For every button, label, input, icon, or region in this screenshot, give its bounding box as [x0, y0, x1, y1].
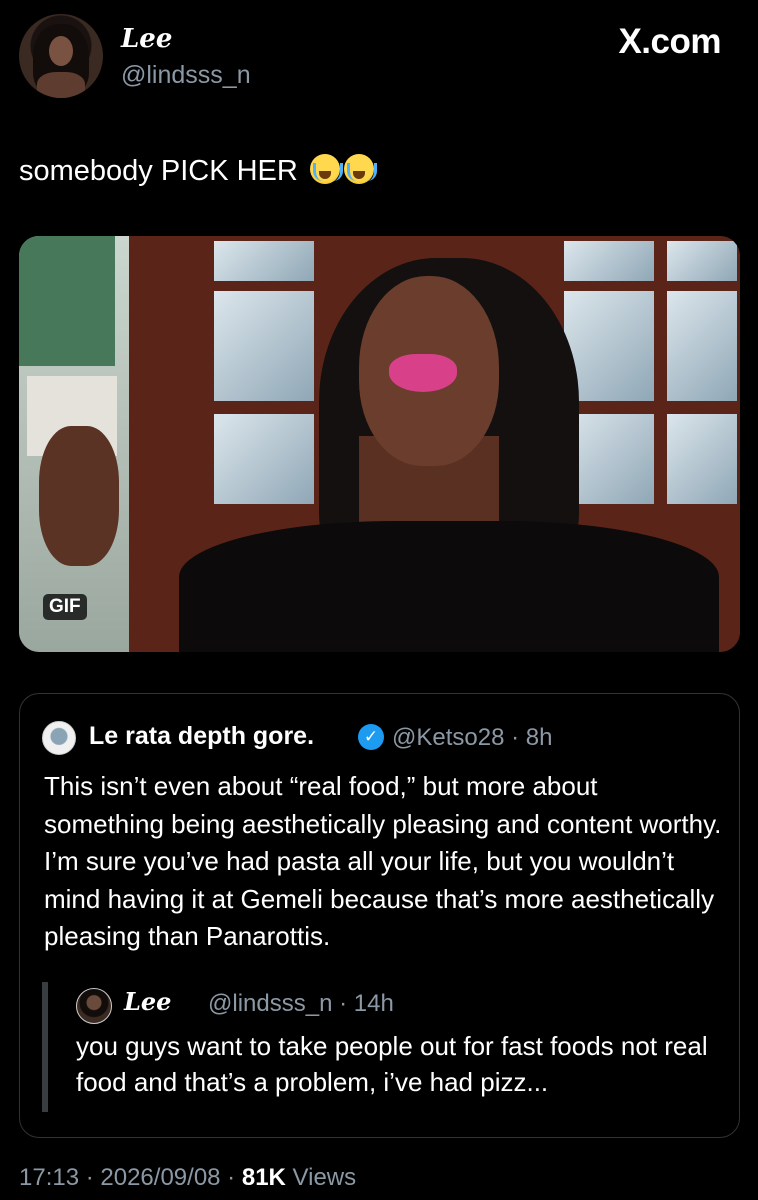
quoted-tweet[interactable]: Le rata depth gore. ✓ @Ketso28 · 8h This… — [19, 693, 740, 1138]
tweet-date[interactable]: 2026/09/08 — [100, 1164, 220, 1191]
nested-author-name[interactable]: Lee — [124, 987, 171, 1016]
author-display-name[interactable]: Lee — [121, 24, 172, 54]
quoted-author-name[interactable]: Le rata depth gore. — [89, 722, 314, 751]
brand-watermark: X.com — [618, 22, 721, 61]
gif-badge: GIF — [43, 594, 87, 620]
tweet-text: somebody PICK HER — [19, 154, 377, 188]
views-label: Views — [292, 1164, 357, 1191]
tweet-text-body: somebody PICK HER — [19, 155, 298, 187]
tweet-time[interactable]: 17:13 — [19, 1164, 79, 1191]
nested-author-handle-time[interactable]: @lindsss_n · 14h — [208, 990, 394, 1018]
loudly-crying-face-icon — [343, 154, 377, 184]
tweet-media-gif[interactable]: GIF — [19, 236, 740, 652]
quoted-tweet-text: This isn’t even about “real food,” but m… — [44, 771, 722, 951]
tweet-metadata: 17:13 · 2026/09/08 · 81K Views — [19, 1164, 357, 1191]
nested-tweet-text: you guys want to take people out for fas… — [76, 1031, 708, 1097]
loudly-crying-face-icon — [309, 154, 343, 184]
views-count: 81K — [241, 1164, 286, 1191]
nested-author-avatar[interactable] — [76, 988, 112, 1024]
nested-quoted-tweet[interactable]: Lee @lindsss_n · 14h you guys want to ta… — [42, 982, 712, 1112]
quoted-author-handle-time[interactable]: @Ketso28 · 8h — [392, 724, 552, 752]
author-handle[interactable]: @lindsss_n — [121, 61, 251, 90]
author-avatar[interactable] — [19, 14, 103, 98]
verified-badge-icon: ✓ — [358, 724, 384, 750]
quoted-author-avatar[interactable] — [42, 721, 76, 755]
